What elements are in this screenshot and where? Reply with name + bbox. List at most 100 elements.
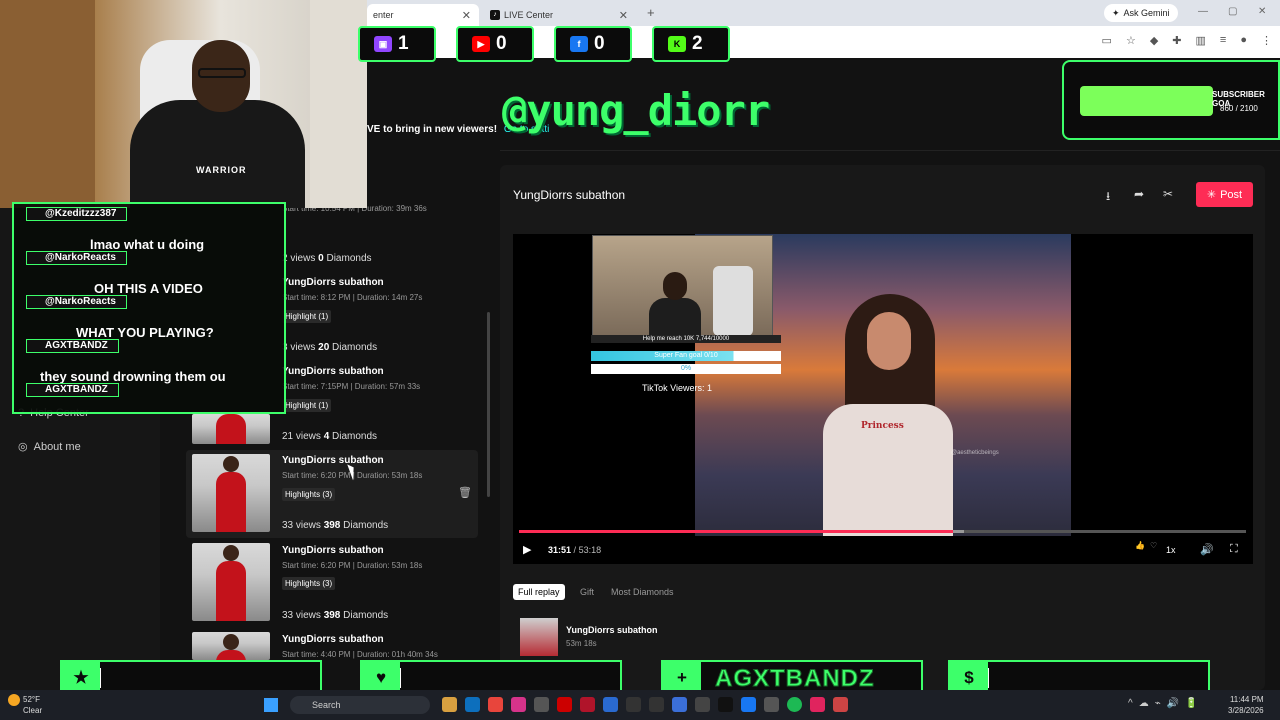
cast-icon[interactable]: ▭ xyxy=(1102,34,1112,47)
chrome-icon[interactable] xyxy=(488,697,503,712)
close-icon[interactable]: ✕ xyxy=(619,9,628,22)
row-meta: Start time: 8:12 PM | Duration: 14m 27s xyxy=(282,293,423,302)
trash-icon[interactable]: 🗑 xyxy=(458,486,472,499)
list-scrollbar[interactable] xyxy=(487,312,490,497)
facebook-icon: f xyxy=(570,36,588,52)
chat-username: @NarkoReacts xyxy=(26,295,127,309)
replay-thumbnail[interactable] xyxy=(192,543,270,621)
screen: enter ✕ ♪ LIVE Center ✕ + ✦ Ask Gemini —… xyxy=(0,0,1280,720)
chip-most-diamonds[interactable]: Most Diamonds xyxy=(606,584,679,600)
app-icon[interactable] xyxy=(833,697,848,712)
download-icon[interactable]: ⭳ xyxy=(1106,187,1110,208)
streamer-webcam: WARRIOR xyxy=(0,0,367,208)
app-icon[interactable] xyxy=(603,697,618,712)
row-title[interactable]: YungDiorrs subathon xyxy=(282,366,384,377)
shirt-text: Princess xyxy=(861,421,904,431)
puzzle-icon[interactable]: ✚ xyxy=(1172,34,1181,47)
volume-icon[interactable]: 🔊 xyxy=(1200,543,1214,556)
row-title[interactable]: YungDiorrs subathon xyxy=(282,634,384,645)
sidebar-icon[interactable]: ▥ xyxy=(1196,34,1206,47)
ask-gemini-label: Ask Gemini xyxy=(1123,8,1170,18)
browser-toolbar-icons: ▭ ☆ ◆ ✚ ▥ ≡ ● ⋮ xyxy=(1102,34,1272,47)
tiktok-app-icon[interactable] xyxy=(718,697,733,712)
app-icon[interactable] xyxy=(695,697,710,712)
scissors-icon[interactable]: ✂ xyxy=(1163,187,1173,201)
row-title[interactable]: YungDiorrs subathon xyxy=(282,455,384,466)
app-icon[interactable] xyxy=(649,697,664,712)
spotify-icon[interactable] xyxy=(787,697,802,712)
tab-live-center-current[interactable]: enter ✕ xyxy=(367,4,479,26)
youtube-app-icon[interactable] xyxy=(557,697,572,712)
ask-gemini-button[interactable]: ✦ Ask Gemini xyxy=(1104,4,1178,22)
taskbar-apps xyxy=(442,697,848,712)
close-icon[interactable]: ✕ xyxy=(462,9,471,22)
replay-thumbnail[interactable] xyxy=(192,454,270,532)
replay-thumbnail[interactable] xyxy=(192,632,270,660)
progress-buffer xyxy=(953,530,964,533)
replay-detail-title: YungDiorrs subathon xyxy=(513,188,626,202)
highlight-badge[interactable]: Highlight (1) xyxy=(282,399,332,412)
youtube-icon: ▶ xyxy=(472,36,490,52)
subscriber-goal-bar xyxy=(1080,86,1213,116)
replay-segment-thumbnail[interactable] xyxy=(520,618,558,656)
replay-segment-title[interactable]: YungDiorrs subathon xyxy=(566,625,658,635)
chip-gift[interactable]: Gift xyxy=(575,584,599,600)
sidebar-item-label: About me xyxy=(33,440,81,453)
profile-avatar-icon[interactable]: ● xyxy=(1240,34,1247,47)
timecode: 31:51 / 53:18 xyxy=(548,545,602,555)
play-icon[interactable]: ▶ xyxy=(523,543,531,556)
dislike-icon[interactable]: ♡ xyxy=(1150,541,1157,550)
taskbar-clock[interactable]: 11:44 PM 3/28/2026 xyxy=(1228,694,1264,716)
chip-full-replay[interactable]: Full replay xyxy=(513,584,565,600)
menu-lines-icon[interactable]: ≡ xyxy=(1220,34,1226,47)
highlight-badge[interactable]: Highlight (1) xyxy=(282,310,332,323)
fullscreen-icon[interactable]: ⛶ xyxy=(1230,543,1238,556)
minimize-button[interactable]: — xyxy=(1198,6,1208,17)
chat-message: OH THIS A VIDEO xyxy=(94,281,203,296)
sparkle-icon: ✳ xyxy=(1206,189,1217,201)
facebook-app-icon[interactable] xyxy=(741,697,756,712)
edge-icon[interactable] xyxy=(465,697,480,712)
video-progress-bar[interactable] xyxy=(519,530,1246,533)
bookmark-star-icon[interactable]: ☆ xyxy=(1126,34,1136,47)
app-icon[interactable] xyxy=(764,697,779,712)
row-stats: 33 views 398 Diamonds xyxy=(282,520,389,531)
app-icon[interactable] xyxy=(626,697,641,712)
row-meta: Start time: 6:20 PM | Duration: 53m 18s xyxy=(282,561,423,570)
more-icon[interactable]: ⋮ xyxy=(1261,34,1272,47)
instagram-icon[interactable] xyxy=(511,697,526,712)
extension-icon[interactable]: ◆ xyxy=(1150,34,1158,47)
sidebar-item-about-me[interactable]: ◎ About me xyxy=(18,440,81,454)
app-icon[interactable] xyxy=(672,697,687,712)
replay-thumbnail[interactable] xyxy=(192,414,270,444)
close-window-button[interactable]: ✕ xyxy=(1258,6,1266,17)
row-meta: Start time: 7:15PM | Duration: 57m 33s xyxy=(282,382,421,391)
app-icon[interactable] xyxy=(580,697,595,712)
new-tab-button[interactable]: + xyxy=(647,5,655,20)
platform-counters: ▣ 1 ▶ 0 f 0 K 2 xyxy=(358,26,730,62)
like-icon[interactable]: 👍 xyxy=(1135,541,1145,550)
system-tray[interactable]: ^☁⌁🔊🔋 xyxy=(1128,698,1204,709)
app-icon[interactable] xyxy=(534,697,549,712)
row-title[interactable]: YungDiorrs subathon xyxy=(282,277,384,288)
chat-username: @NarkoReacts xyxy=(26,251,127,265)
app-icon[interactable] xyxy=(810,697,825,712)
row-stats: 3 views 20 Diamonds xyxy=(282,342,378,353)
highlight-badge[interactable]: Highlights (3) xyxy=(282,488,336,501)
sun-icon xyxy=(8,694,20,706)
highlight-badge[interactable]: Highlights (3) xyxy=(282,577,336,590)
windows-start-icon[interactable] xyxy=(264,698,278,712)
row-stats: 33 views 398 Diamonds xyxy=(282,610,389,621)
latest-follower-name: AGXTBANDZ xyxy=(715,665,875,693)
file-explorer-icon[interactable] xyxy=(442,697,457,712)
share-icon[interactable]: ➦ xyxy=(1134,187,1144,201)
weather-widget[interactable]: 52°F Clear xyxy=(8,694,42,716)
speed-button[interactable]: 1x xyxy=(1166,545,1176,555)
tab-live-center[interactable]: ♪ LIVE Center ✕ xyxy=(484,4,636,26)
taskbar-search[interactable]: Search xyxy=(290,696,430,714)
post-button[interactable]: ✳ Post xyxy=(1196,182,1253,207)
facebook-counter: f 0 xyxy=(554,26,632,62)
row-title[interactable]: YungDiorrs subathon xyxy=(282,545,384,556)
maximize-button[interactable]: ▢ xyxy=(1228,6,1237,17)
kick-icon: K xyxy=(668,36,686,52)
